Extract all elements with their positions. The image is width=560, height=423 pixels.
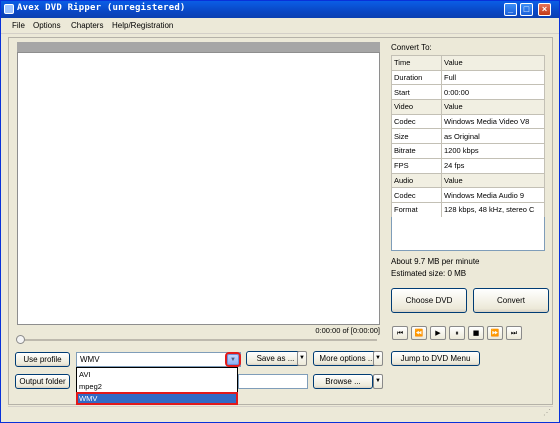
video-header-bar (17, 42, 380, 52)
convert-to-label: Convert To: (391, 43, 432, 52)
property-row[interactable]: Size as Original (391, 128, 545, 145)
property-value: Value (441, 55, 545, 71)
choose-dvd-button[interactable]: Choose DVD (391, 288, 467, 313)
browse-button[interactable]: Browse ... (313, 374, 373, 389)
property-row[interactable]: Time Value (391, 55, 545, 71)
menu-help-registration[interactable]: Help/Registration (112, 21, 173, 30)
video-preview (17, 52, 380, 325)
property-value: Windows Media Video V8 (441, 113, 545, 130)
property-value: Value (441, 99, 545, 115)
skip-end-icon[interactable]: ⏭ (506, 326, 522, 340)
chevron-down-icon[interactable]: ▼ (225, 352, 241, 367)
menu-bar: File Options Chapters Help/Registration (1, 18, 559, 34)
property-value: Value (441, 172, 545, 189)
more-options-dropdown-icon[interactable]: ▼ (373, 351, 383, 366)
property-row[interactable]: Bitrate 1200 kbps (391, 143, 545, 159)
resize-grip-icon[interactable]: ⋰ (543, 408, 553, 418)
profile-option-wmv[interactable]: WMV (76, 392, 238, 405)
app-window: Avex DVD Ripper (unregistered) _ □ × Fil… (0, 0, 560, 423)
property-name: Size (391, 128, 442, 145)
play-icon[interactable]: ▶ (430, 326, 446, 340)
property-value: 0:00:00 (441, 84, 545, 101)
save-as-dropdown-icon[interactable]: ▼ (297, 351, 307, 366)
property-row[interactable]: Audio Value (391, 172, 545, 189)
profile-select[interactable]: WMV ▼ (76, 352, 241, 367)
profile-dropdown-list: AVI mpeg2 WMV (76, 367, 238, 405)
seek-track[interactable] (21, 339, 377, 341)
property-name: Start (391, 84, 442, 101)
properties-empty-area (391, 217, 545, 251)
stop-icon[interactable]: ■ (468, 326, 484, 340)
property-row[interactable]: Video Value (391, 99, 545, 115)
output-folder-input[interactable] (238, 374, 308, 389)
property-value: 24 fps (441, 157, 545, 174)
property-value: Full (441, 69, 545, 86)
profile-option-mpeg2[interactable]: mpeg2 (77, 381, 237, 392)
profile-select-value: WMV (80, 355, 100, 364)
more-options-button[interactable]: More options ... (313, 351, 381, 366)
minimize-button[interactable]: _ (504, 3, 517, 16)
browse-dropdown-icon[interactable]: ▼ (373, 374, 383, 389)
property-value: 1200 kbps (441, 143, 545, 159)
timecode: 0:00:00 of [0:00:00] (315, 326, 380, 335)
size-per-minute: About 9.7 MB per minute (391, 257, 480, 266)
property-name: FPS (391, 157, 442, 174)
property-row[interactable]: Format 128 kbps, 48 kHz, stereo C (391, 201, 545, 218)
output-folder-button[interactable]: Output folder (15, 374, 70, 389)
close-button[interactable]: × (538, 3, 551, 16)
property-name: Codec (391, 113, 442, 130)
fast-forward-icon[interactable]: ⏩ (487, 326, 503, 340)
property-row[interactable]: Start 0:00:00 (391, 84, 545, 101)
property-row[interactable]: Codec Windows Media Video V8 (391, 113, 545, 130)
property-name: Time (391, 55, 442, 71)
property-name: Video (391, 99, 442, 115)
title-bar[interactable]: Avex DVD Ripper (unregistered) _ □ × (1, 1, 559, 18)
app-icon (4, 4, 14, 14)
convert-properties-table: Time Value Duration Full Start 0:00:00 Video Va… (391, 55, 545, 218)
estimated-size: Estimated size: 0 MB (391, 269, 467, 278)
use-profile-button[interactable]: Use profile (15, 352, 70, 367)
profile-option-avi[interactable]: AVI (77, 369, 237, 380)
property-value: 128 kbps, 48 kHz, stereo C (441, 201, 545, 218)
property-row[interactable]: Codec Windows Media Audio 9 (391, 187, 545, 203)
menu-file[interactable]: File (12, 21, 25, 30)
maximize-button[interactable]: □ (520, 3, 533, 16)
menu-options[interactable]: Options (33, 21, 61, 30)
property-row[interactable]: Duration Full (391, 69, 545, 86)
pause-icon[interactable]: ⏸ (449, 326, 465, 340)
property-name: Format (391, 201, 442, 218)
property-row[interactable]: FPS 24 fps (391, 157, 545, 174)
window-title: Avex DVD Ripper (unregistered) (17, 3, 186, 13)
jump-to-dvd-menu-button[interactable]: Jump to DVD Menu (391, 351, 480, 366)
property-name: Codec (391, 187, 442, 203)
skip-start-icon[interactable]: ⏮ (392, 326, 408, 340)
rewind-icon[interactable]: ⏪ (411, 326, 427, 340)
property-name: Duration (391, 69, 442, 86)
property-name: Bitrate (391, 143, 442, 159)
menu-chapters[interactable]: Chapters (71, 21, 103, 30)
property-value: as Original (441, 128, 545, 145)
convert-button[interactable]: Convert (473, 288, 549, 313)
status-bar (8, 406, 553, 420)
property-value: Windows Media Audio 9 (441, 187, 545, 203)
property-name: Audio (391, 172, 442, 189)
seek-thumb[interactable] (16, 335, 25, 344)
